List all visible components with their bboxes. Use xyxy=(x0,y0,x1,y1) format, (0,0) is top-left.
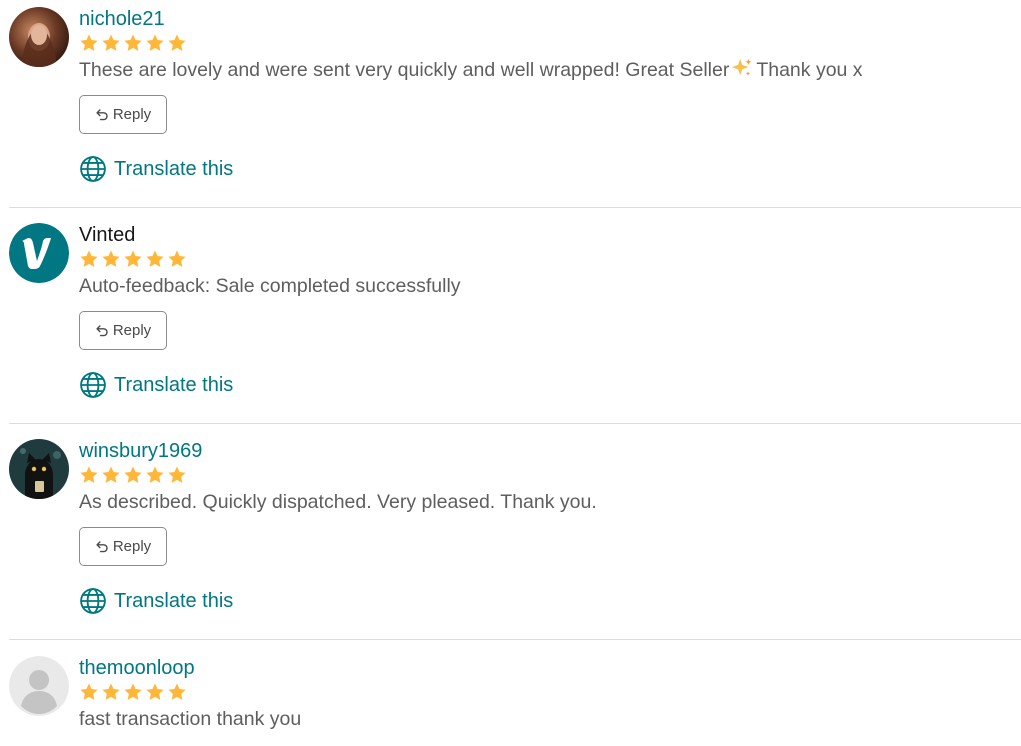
reply-icon xyxy=(95,539,110,554)
rating-stars xyxy=(79,33,187,53)
star-icon xyxy=(145,249,165,269)
reviewer-name: Vinted xyxy=(79,224,136,246)
star-icon xyxy=(79,249,99,269)
reply-icon xyxy=(95,107,110,122)
reviewer-name[interactable]: themoonloop xyxy=(79,655,195,681)
reviewer-name[interactable]: nichole21 xyxy=(79,6,165,32)
vinted-logo[interactable] xyxy=(9,223,69,283)
review-text: fast transaction thank you xyxy=(79,708,302,730)
star-icon xyxy=(101,33,121,53)
star-icon xyxy=(145,465,165,485)
star-icon xyxy=(167,33,187,53)
cat-photo-avatar[interactable] xyxy=(9,439,69,499)
translate-link[interactable]: Translate this xyxy=(79,371,233,399)
star-icon xyxy=(123,465,143,485)
star-icon xyxy=(145,33,165,53)
reply-button[interactable]: Reply xyxy=(79,95,167,134)
star-icon xyxy=(145,682,165,702)
globe-icon xyxy=(79,371,107,399)
star-icon xyxy=(123,33,143,53)
sparkles-icon xyxy=(731,57,753,86)
translate-label: Translate this xyxy=(114,373,234,396)
translate-link[interactable]: Translate this xyxy=(79,587,233,615)
star-icon xyxy=(167,465,187,485)
rating-stars xyxy=(79,465,187,485)
globe-icon xyxy=(79,155,107,183)
review-divider xyxy=(9,423,1021,424)
star-icon xyxy=(167,249,187,269)
star-icon xyxy=(123,249,143,269)
reply-label: Reply xyxy=(112,106,152,123)
reply-label: Reply xyxy=(112,538,152,555)
star-icon xyxy=(167,682,187,702)
reply-icon xyxy=(95,323,110,338)
review-divider xyxy=(9,207,1021,208)
review-text: Auto-feedback: Sale completed successful… xyxy=(79,275,461,297)
star-icon xyxy=(79,33,99,53)
reply-label: Reply xyxy=(112,322,152,339)
star-icon xyxy=(123,682,143,702)
translate-link[interactable]: Translate this xyxy=(79,155,233,183)
reply-button[interactable]: Reply xyxy=(79,311,167,350)
rating-stars xyxy=(79,249,187,269)
review-feed: nichole21 These are lovely and were sent… xyxy=(0,0,1021,746)
review-text: These are lovely and were sent very quic… xyxy=(79,57,863,86)
translate-label: Translate this xyxy=(114,157,234,180)
review-divider xyxy=(9,639,1021,640)
star-icon xyxy=(101,465,121,485)
globe-icon xyxy=(79,587,107,615)
default-user-avatar[interactable] xyxy=(9,656,69,716)
reviewer-name[interactable]: winsbury1969 xyxy=(79,438,202,464)
translate-label: Translate this xyxy=(114,589,234,612)
reply-button[interactable]: Reply xyxy=(79,527,167,566)
star-icon xyxy=(79,465,99,485)
star-icon xyxy=(101,249,121,269)
user-photo-avatar[interactable] xyxy=(9,7,69,67)
rating-stars xyxy=(79,682,187,702)
review-text: As described. Quickly dispatched. Very p… xyxy=(79,491,597,513)
star-icon xyxy=(101,682,121,702)
star-icon xyxy=(79,682,99,702)
